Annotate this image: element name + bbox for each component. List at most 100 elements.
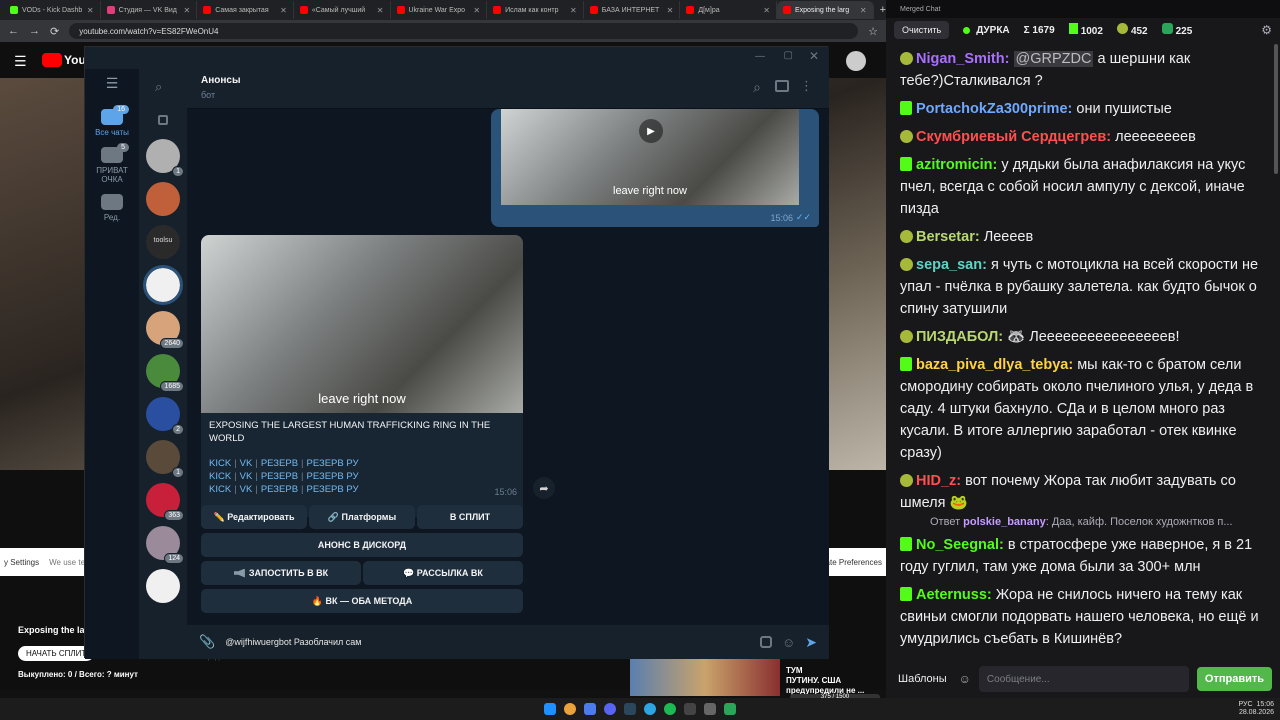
edit-button[interactable]: ✏️ Редактировать (201, 505, 307, 529)
cookie-preferences-link[interactable]: ate Preferences (826, 558, 882, 567)
account-avatar[interactable] (846, 51, 866, 71)
browser-tab[interactable]: Д[м]ра ✕ (680, 1, 777, 19)
start-split-button[interactable]: НАЧАТЬ СПЛИТ (18, 646, 95, 661)
tab-close-icon[interactable]: ✕ (377, 6, 384, 15)
system-tray[interactable]: РУС 15:06 28.08.2026 (1239, 701, 1274, 717)
link-vk[interactable]: VK (240, 471, 253, 482)
minimize-icon[interactable]: — (755, 51, 765, 62)
chat-header[interactable]: Анонсы бот ⌕ ⋮ (187, 69, 829, 109)
chat-avatar[interactable]: 1 (146, 440, 184, 478)
chat-username[interactable]: Скумбриевый Сердцегрев (916, 129, 1106, 145)
attach-icon[interactable]: 📎 (199, 634, 215, 650)
link-резерв-ру[interactable]: РЕЗЕРВ РУ (307, 471, 359, 482)
close-icon[interactable]: ✕ (809, 49, 819, 63)
message-photo[interactable] (201, 235, 523, 413)
browser-tab[interactable]: Ислам как контр ✕ (487, 1, 584, 19)
tab-close-icon[interactable]: ✕ (763, 6, 770, 15)
search-icon[interactable]: ⌕ (155, 79, 162, 95)
scrollbar[interactable] (1274, 44, 1278, 174)
chat-avatar[interactable]: 363 (146, 483, 184, 521)
vk-both-methods-button[interactable]: 🔥 ВК — ОБА МЕТОДА (201, 589, 523, 613)
link-резерв[interactable]: РЕЗЕРВ (261, 458, 298, 469)
reply-username[interactable]: polskie_banany (963, 516, 1046, 528)
obs-icon[interactable] (684, 703, 696, 715)
reload-icon[interactable]: ⟳ (50, 25, 59, 38)
chat-username[interactable]: HID_z (916, 473, 956, 489)
send-icon[interactable]: ➤ (805, 634, 817, 651)
chat-username[interactable]: baza_piva_dlya_tebya (916, 357, 1068, 373)
start-icon[interactable] (544, 703, 556, 715)
platforms-button[interactable]: 🔗 Платформы (309, 505, 415, 529)
tab-close-icon[interactable]: ✕ (87, 6, 94, 15)
bot-commands-icon[interactable] (759, 636, 772, 648)
discord-icon[interactable] (604, 703, 616, 715)
bookmark-star-icon[interactable]: ☆ (868, 25, 878, 38)
link-kick[interactable]: KICK (209, 471, 231, 482)
link-vk[interactable]: VK (240, 458, 253, 469)
spotify-icon[interactable] (664, 703, 676, 715)
link-kick[interactable]: KICK (209, 484, 231, 495)
menu-icon[interactable]: ☰ (14, 53, 27, 70)
folder-0[interactable]: 16 Все чаты (85, 105, 139, 137)
play-icon[interactable]: ▶ (639, 119, 663, 143)
vk-mailing-button[interactable]: 💬 РАССЫЛКА ВК (363, 561, 523, 585)
emoji-icon[interactable]: ☺ (782, 635, 795, 650)
chat-avatar[interactable] (146, 182, 180, 216)
tab-close-icon[interactable]: ✕ (184, 6, 191, 15)
folder-1[interactable]: 5 ПРИВАТ ОЧКА (85, 143, 139, 184)
link-резерв-ру[interactable]: РЕЗЕРВ РУ (307, 458, 359, 469)
tab-close-icon[interactable]: ✕ (280, 6, 287, 15)
chat-username[interactable]: ПИЗДАБОЛ (916, 329, 998, 345)
settings-gear-icon[interactable]: ⚙ (1261, 23, 1272, 37)
link-kick[interactable]: KICK (209, 458, 231, 469)
link-резерв[interactable]: РЕЗЕРВ (261, 471, 298, 482)
chat-avatar[interactable] (146, 569, 180, 603)
browser-tab[interactable]: Exposing the larg ✕ (777, 1, 874, 19)
explorer-icon[interactable] (584, 703, 596, 715)
templates-button[interactable]: Шаблоны (894, 673, 951, 685)
post-vk-button[interactable]: ЗАПОСТИТЬ В ВК (201, 561, 361, 585)
message-input[interactable]: @wijfhiwuergbot Разоблачил сам (225, 637, 750, 647)
browser-tab[interactable]: БАЗА ИНТЕРНЕТ ✕ (584, 1, 681, 19)
cookie-settings-link[interactable]: y Settings (4, 558, 39, 567)
to-split-button[interactable]: В СПЛИТ (417, 505, 523, 529)
chat-avatar[interactable]: 1685 (146, 354, 184, 392)
chat-avatar[interactable] (143, 265, 183, 305)
chat-username[interactable]: PortachokZa300prime (916, 101, 1068, 117)
chat-avatar[interactable]: toolsu (146, 225, 180, 259)
chrome-icon[interactable] (564, 703, 576, 715)
link-резерв-ру[interactable]: РЕЗЕРВ РУ (307, 484, 359, 495)
chat-avatar[interactable]: 2 (146, 397, 184, 435)
send-button[interactable]: Отправить (1196, 667, 1272, 691)
link-vk[interactable]: VK (240, 484, 253, 495)
chat-username[interactable]: azitromicin (916, 157, 993, 173)
link-резерв[interactable]: РЕЗЕРВ (261, 484, 298, 495)
emoji-icon[interactable]: ☺ (959, 672, 971, 686)
forward-icon[interactable]: → (29, 25, 40, 37)
incoming-message[interactable]: leave right now EXPOSING THE LARGEST HUM… (201, 235, 523, 517)
browser-tab[interactable]: Ukraine War Expo ✕ (391, 1, 488, 19)
chat-avatar[interactable]: 124 (146, 526, 184, 564)
chat-avatar[interactable]: 1 (146, 139, 184, 177)
chat-username[interactable]: Aeternuss (916, 587, 987, 603)
chat-avatar[interactable]: 2640 (146, 311, 184, 349)
discord-announce-button[interactable]: АНОНС В ДИСКОРД (201, 533, 523, 557)
chat-username[interactable]: Bersetar (916, 229, 975, 245)
chat-message-input[interactable]: Сообщение... (978, 666, 1189, 692)
news-thumbnail[interactable] (630, 658, 780, 696)
outgoing-message[interactable]: ▶ leave right now 15:06 ✓✓ (491, 109, 819, 227)
forward-icon[interactable]: ➦ (533, 477, 555, 499)
tab-close-icon[interactable]: ✕ (667, 6, 674, 15)
tab-close-icon[interactable]: ✕ (860, 6, 867, 15)
telegram-icon[interactable] (644, 703, 656, 715)
chat-username[interactable]: No_Seegnal (916, 537, 999, 553)
url-field[interactable]: youtube.com/watch?v=ES82FWeOnU4 (69, 23, 859, 39)
folder-2[interactable]: Ред. (85, 194, 139, 222)
app-icon[interactable] (704, 703, 716, 715)
more-options-icon[interactable]: ⋮ (800, 78, 813, 94)
youtube-logo-icon[interactable] (42, 53, 62, 67)
archive-icon[interactable] (158, 115, 168, 125)
chat-username[interactable]: Nigan_Smith (916, 51, 1005, 67)
browser-tab[interactable]: Студия — VK Вид ✕ (101, 1, 198, 19)
browser-tab[interactable]: «Самый лучший ✕ (294, 1, 391, 19)
